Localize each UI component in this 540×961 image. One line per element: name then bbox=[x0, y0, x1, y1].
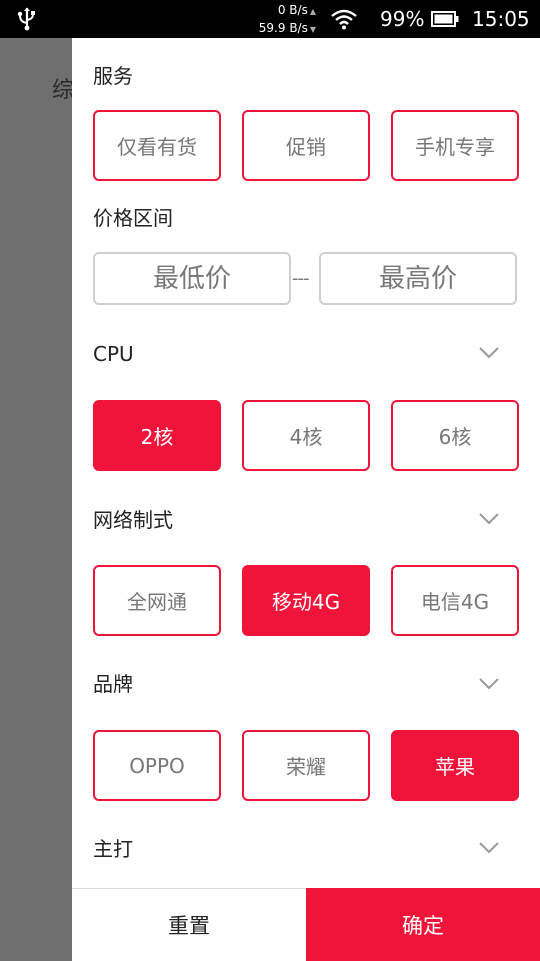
cpu-option-2-core[interactable]: 2核 bbox=[93, 400, 221, 471]
max-price-input[interactable] bbox=[319, 252, 517, 305]
dimmed-backdrop[interactable]: 综 bbox=[0, 38, 72, 960]
price-separator: --- bbox=[292, 268, 309, 289]
min-price-input[interactable] bbox=[93, 252, 291, 305]
network-option-mobile-4g[interactable]: 移动4G bbox=[242, 565, 370, 636]
brand-section-title: 品牌 bbox=[93, 672, 133, 696]
clock: 15:05 bbox=[472, 7, 530, 31]
network-option-all[interactable]: 全网通 bbox=[93, 565, 221, 636]
status-bar: 0 B/s ▲ 59.9 B/s ▼ 99% 15:05 bbox=[0, 0, 540, 38]
confirm-button[interactable]: 确定 bbox=[306, 888, 540, 961]
cpu-option-6-core[interactable]: 6核 bbox=[391, 400, 519, 471]
backdrop-tab-label: 综 bbox=[52, 78, 72, 103]
service-option-in-stock[interactable]: 仅看有货 bbox=[93, 110, 221, 181]
wifi-icon bbox=[331, 9, 357, 30]
service-section-title: 服务 bbox=[93, 64, 133, 88]
network-section-title: 网络制式 bbox=[93, 508, 173, 532]
battery-percent: 99% bbox=[380, 7, 425, 31]
upload-speed: 0 B/s bbox=[277, 3, 308, 17]
filter-drawer: 服务 仅看有货 促销 手机专享 价格区间 --- CPU 2核 4核 6核 网络… bbox=[72, 38, 540, 961]
battery-icon bbox=[431, 11, 459, 27]
download-speed: 59.9 B/s bbox=[258, 21, 308, 35]
usb-icon bbox=[17, 7, 35, 31]
cpu-section-title: CPU bbox=[93, 342, 134, 366]
cpu-option-4-core[interactable]: 4核 bbox=[242, 400, 370, 471]
service-option-promotion[interactable]: 促销 bbox=[242, 110, 370, 181]
main-chevron-down-icon[interactable] bbox=[478, 841, 500, 855]
network-chevron-down-icon[interactable] bbox=[478, 512, 500, 526]
main-section-title: 主打 bbox=[93, 837, 133, 861]
brand-option-oppo[interactable]: OPPO bbox=[93, 730, 221, 801]
cpu-chevron-down-icon[interactable] bbox=[478, 346, 500, 360]
action-bar: 重置 确定 bbox=[72, 888, 540, 961]
reset-button[interactable]: 重置 bbox=[72, 889, 306, 961]
network-speed: 0 B/s ▲ 59.9 B/s ▼ bbox=[258, 3, 316, 35]
network-option-telecom-4g[interactable]: 电信4G bbox=[391, 565, 519, 636]
brand-option-honor[interactable]: 荣耀 bbox=[242, 730, 370, 801]
price-section-title: 价格区间 bbox=[93, 206, 173, 230]
brand-option-apple[interactable]: 苹果 bbox=[391, 730, 519, 801]
brand-chevron-down-icon[interactable] bbox=[478, 677, 500, 691]
service-option-mobile-exclusive[interactable]: 手机专享 bbox=[391, 110, 519, 181]
